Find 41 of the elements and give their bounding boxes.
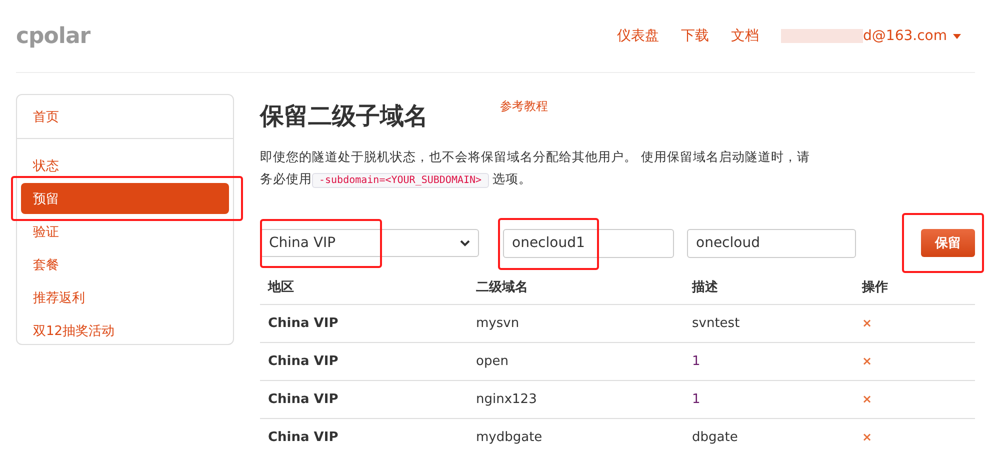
account-menu[interactable]: d@163.com: [781, 28, 961, 44]
delete-button[interactable]: ×: [862, 392, 872, 406]
table-cell-text: 1: [692, 354, 702, 369]
region-select[interactable]: China VIP: [260, 229, 479, 257]
caret-icon: [953, 34, 961, 38]
table-cell-text: nginx123: [476, 392, 538, 407]
code-snippet: -subdomain=<YOUR_SUBDOMAIN>: [312, 173, 489, 188]
reserve-button[interactable]: 保留: [921, 229, 975, 257]
column-header: 操作: [862, 279, 889, 296]
table-cell-text: China VIP: [268, 430, 340, 445]
table-cell-text: 1: [692, 392, 702, 407]
table-cell-text: open: [476, 354, 510, 369]
table-cell-text: China VIP: [268, 354, 340, 369]
table-cell-text: China VIP: [268, 392, 340, 407]
sidebar-item[interactable]: 验证: [21, 216, 229, 247]
sidebar-item[interactable]: 双12抽奖活动: [21, 315, 229, 346]
logo[interactable]: cpolar: [16, 24, 90, 48]
page-title: 保留二级子域名: [260, 101, 428, 132]
subdomain-field[interactable]: onecloud1: [503, 228, 674, 258]
nav-link[interactable]: 下载: [681, 27, 710, 45]
nav-link[interactable]: 仪表盘: [617, 27, 660, 45]
delete-button[interactable]: ×: [862, 316, 872, 330]
column-header: 描述: [692, 279, 719, 296]
description-field[interactable]: onecloud: [687, 228, 856, 258]
nav-link[interactable]: 文档: [731, 27, 760, 45]
delete-button[interactable]: ×: [862, 354, 872, 368]
table-cell-text: dbgate: [692, 430, 739, 445]
tutorial-link[interactable]: 参考教程: [500, 98, 548, 115]
sidebar-item[interactable]: 状态: [21, 150, 229, 181]
table-cell-text: mysvn: [476, 316, 520, 331]
table-cell-text: svntest: [692, 316, 741, 331]
sidebar-item[interactable]: 首页: [21, 101, 229, 132]
table-cell-text: China VIP: [268, 316, 340, 331]
column-header: 地区: [268, 279, 295, 296]
sidebar-item[interactable]: 套餐: [21, 249, 229, 280]
sidebar-item[interactable]: 预留: [21, 183, 229, 214]
column-header: 二级域名: [476, 279, 529, 296]
description-text: 即使您的隧道处于脱机状态，也不会将保留域名分配给其他用户。 使用保留域名启动隧道时，请务必使用 -subdomain=<YOUR_SUBDOMAIN> 选项。: [260, 148, 811, 190]
delete-button[interactable]: ×: [862, 430, 872, 444]
sidebar-item[interactable]: 推荐返利: [21, 282, 229, 313]
table-cell-text: mydbgate: [476, 430, 544, 445]
